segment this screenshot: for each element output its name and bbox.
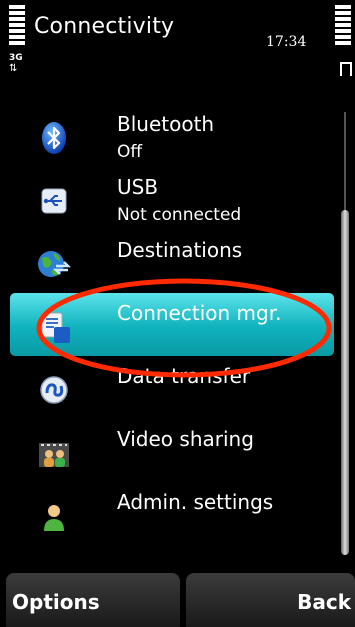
back-softkey[interactable]: Back [186, 573, 355, 627]
list-item-admin-settings[interactable]: Admin. settings [0, 482, 340, 545]
list-item-data-transfer[interactable]: Data transfer [0, 356, 340, 419]
list-item-connection-manager[interactable]: Connection mgr. [10, 293, 334, 356]
usb-icon [41, 188, 67, 214]
list-item-status: Off [117, 142, 143, 162]
softkey-bar: Options Back [0, 573, 355, 627]
clock: 17:34 [266, 34, 307, 50]
back-softkey-label: Back [297, 590, 351, 614]
list-item-usb[interactable]: USB Not connected [0, 167, 340, 230]
list-item-label: Video sharing [117, 427, 254, 451]
destinations-icon [38, 251, 72, 277]
signal-strength-icon [9, 5, 25, 47]
status-bar: 3G ⇅ Connectivity 17:34 [0, 0, 355, 100]
options-softkey-label: Options [12, 590, 100, 614]
list-item-label: Admin. settings [117, 490, 274, 514]
list-item-label: Connection mgr. [117, 301, 282, 325]
bluetooth-icon [42, 122, 66, 154]
admin-settings-icon [44, 505, 64, 531]
list-item-bluetooth[interactable]: Bluetooth Off [0, 104, 340, 167]
page-title: Connectivity [34, 14, 175, 39]
list-item-label: Data transfer [117, 364, 251, 388]
options-softkey[interactable]: Options [6, 573, 180, 627]
list-item-destinations[interactable]: Destinations [0, 230, 340, 293]
list-item-label: USB [117, 175, 159, 199]
connectivity-list: Bluetooth Off USB Not connected Destinat… [0, 104, 340, 545]
list-item-label: Destinations [117, 238, 243, 262]
data-transfer-icon [40, 376, 68, 404]
list-item-video-sharing[interactable]: Video sharing [0, 419, 340, 482]
battery-icon [335, 5, 351, 47]
connection-manager-icon [41, 312, 70, 343]
network-type-label: 3G [9, 53, 23, 63]
scrollbar-thumb[interactable] [341, 210, 349, 555]
video-sharing-icon [39, 443, 69, 467]
data-activity-icon: ⇅ [9, 63, 18, 74]
list-item-label: Bluetooth [117, 112, 215, 136]
battery-tip-icon [340, 62, 352, 76]
list-item-status: Not connected [117, 205, 242, 225]
scrollbar[interactable] [341, 112, 349, 555]
